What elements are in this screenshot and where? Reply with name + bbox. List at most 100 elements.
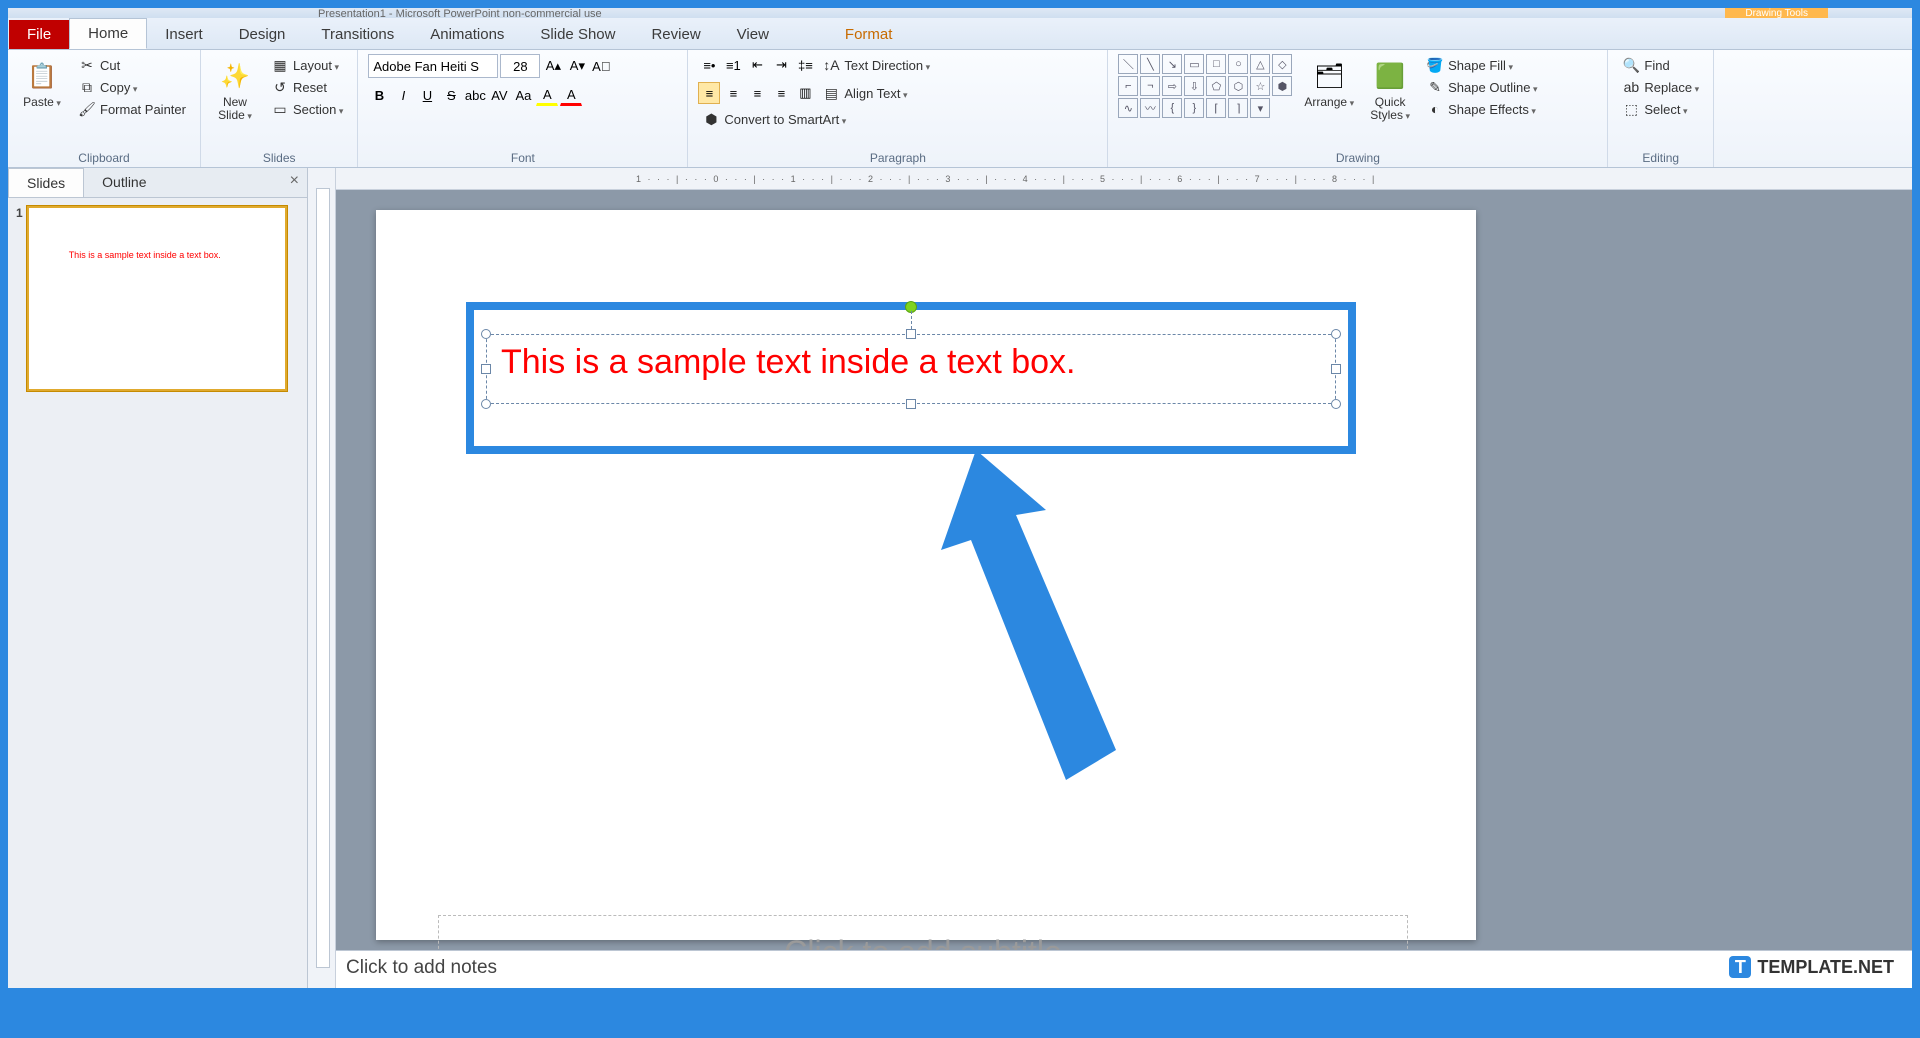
section-button[interactable]: ▭Section [267, 98, 347, 120]
tab-home[interactable]: Home [69, 18, 147, 49]
textbox-content[interactable]: This is a sample text inside a text box. [487, 335, 1335, 390]
tab-slideshow[interactable]: Slide Show [522, 20, 633, 49]
align-center-button[interactable]: ≡ [722, 82, 744, 104]
select-button[interactable]: ⬚Select [1618, 98, 1703, 120]
underline-button[interactable]: U [416, 84, 438, 106]
shadow-button[interactable]: abc [464, 84, 486, 106]
tab-insert[interactable]: Insert [147, 20, 221, 49]
reset-button[interactable]: ↺Reset [267, 76, 347, 98]
align-right-button[interactable]: ≡ [746, 82, 768, 104]
cut-button[interactable]: ✂Cut [74, 54, 190, 76]
tab-format[interactable]: Format [827, 20, 911, 49]
strikethrough-button[interactable]: S [440, 84, 462, 106]
slides-tab[interactable]: Slides [8, 168, 84, 197]
file-tab[interactable]: File [9, 20, 69, 49]
change-case-button[interactable]: Aa [512, 84, 534, 106]
convert-smartart-button[interactable]: ⬢Convert to SmartArt [698, 108, 1097, 130]
shape-elbow-icon[interactable]: ¬ [1140, 76, 1160, 96]
titlebar: Presentation1 - Microsoft PowerPoint non… [8, 8, 1912, 18]
shape-arrow-icon[interactable]: ↘ [1162, 54, 1182, 74]
tab-transitions[interactable]: Transitions [303, 20, 412, 49]
resize-handle-s[interactable] [906, 399, 916, 409]
close-panel-button[interactable]: × [282, 168, 307, 197]
shapes-gallery[interactable]: ＼ ╲ ↘ ▭ □ ○ △ ◇ ⌐ ¬ ⇨ ⇩ ⬠ ⬡ ☆ ⬢ ∿ [1118, 54, 1292, 118]
outline-tab[interactable]: Outline [84, 168, 164, 197]
shrink-font-button[interactable]: A▾ [566, 55, 588, 77]
paste-button[interactable]: 📋 Paste [18, 54, 66, 111]
shape-hexagon-icon[interactable]: ⬡ [1228, 76, 1248, 96]
shape-star-icon[interactable]: ☆ [1250, 76, 1270, 96]
italic-button[interactable]: I [392, 84, 414, 106]
resize-handle-sw[interactable] [481, 399, 491, 409]
font-color-button[interactable]: A [560, 84, 582, 106]
template-logo-icon: T [1729, 956, 1751, 978]
notes-pane[interactable]: Click to add notes [336, 950, 1912, 988]
bold-button[interactable]: B [368, 84, 390, 106]
format-painter-button[interactable]: 🖌Format Painter [74, 98, 190, 120]
resize-handle-ne[interactable] [1331, 329, 1341, 339]
shape-circle-icon[interactable]: ○ [1228, 54, 1248, 74]
align-text-icon: ▤ [822, 84, 840, 102]
align-text-button[interactable]: ▤Align Text [818, 82, 911, 104]
text-direction-button[interactable]: ↕AText Direction [818, 54, 934, 76]
shape-diamond-icon[interactable]: ◇ [1272, 54, 1292, 74]
quick-styles-button[interactable]: 🟩 Quick Styles [1366, 54, 1414, 124]
tab-animations[interactable]: Animations [412, 20, 522, 49]
resize-handle-n[interactable] [906, 329, 916, 339]
resize-handle-se[interactable] [1331, 399, 1341, 409]
shape-arrow-icon[interactable]: ⇩ [1184, 76, 1204, 96]
tab-review[interactable]: Review [633, 20, 718, 49]
slide-canvas[interactable]: This is a sample text inside a text box.… [376, 210, 1476, 940]
grow-font-button[interactable]: A▴ [542, 55, 564, 77]
rotation-line [911, 311, 912, 329]
shape-callout-icon[interactable]: ⬢ [1272, 76, 1292, 96]
layout-button[interactable]: ▦Layout [267, 54, 347, 76]
line-spacing-button[interactable]: ‡≡ [794, 54, 816, 76]
tab-design[interactable]: Design [221, 20, 304, 49]
paste-icon: 📋 [22, 56, 62, 96]
shape-brace-icon[interactable]: { [1162, 98, 1182, 118]
shape-rect-icon[interactable]: ▭ [1184, 54, 1204, 74]
selected-textbox[interactable]: This is a sample text inside a text box. [486, 334, 1336, 404]
resize-handle-e[interactable] [1331, 364, 1341, 374]
shape-square-icon[interactable]: □ [1206, 54, 1226, 74]
dec-indent-button[interactable]: ⇤ [746, 54, 768, 76]
shape-curve-icon[interactable]: ∿ [1118, 98, 1138, 118]
subtitle-placeholder[interactable]: Click to add subtitle [438, 915, 1408, 950]
justify-button[interactable]: ≡ [770, 82, 792, 104]
shape-effects-button[interactable]: ◐Shape Effects [1422, 98, 1541, 120]
find-button[interactable]: 🔍Find [1618, 54, 1703, 76]
align-left-button[interactable]: ≡ [698, 82, 720, 104]
font-size-select[interactable] [500, 54, 540, 78]
shape-fill-button[interactable]: 🪣Shape Fill [1422, 54, 1541, 76]
shape-elbow-icon[interactable]: ⌐ [1118, 76, 1138, 96]
shape-pentagon-icon[interactable]: ⬠ [1206, 76, 1226, 96]
shape-bracket-icon[interactable]: ⌉ [1228, 98, 1248, 118]
shape-more-icon[interactable]: ▾ [1250, 98, 1270, 118]
shape-brace-icon[interactable]: } [1184, 98, 1204, 118]
numbering-button[interactable]: ≡1 [722, 54, 744, 76]
shape-line-icon[interactable]: ╲ [1140, 54, 1160, 74]
char-spacing-button[interactable]: AV [488, 84, 510, 106]
resize-handle-nw[interactable] [481, 329, 491, 339]
shape-outline-button[interactable]: ✎Shape Outline [1422, 76, 1541, 98]
tab-view[interactable]: View [719, 20, 787, 49]
columns-button[interactable]: ▥ [794, 82, 816, 104]
shape-arrow-icon[interactable]: ⇨ [1162, 76, 1182, 96]
shape-triangle-icon[interactable]: △ [1250, 54, 1270, 74]
shape-bracket-icon[interactable]: ⌈ [1206, 98, 1226, 118]
shape-curve-icon[interactable]: 〰 [1140, 98, 1160, 118]
canvas-scroll[interactable]: This is a sample text inside a text box.… [336, 190, 1912, 950]
replace-button[interactable]: abReplace [1618, 76, 1703, 98]
clear-formatting-button[interactable]: A⃠ [590, 55, 612, 77]
copy-button[interactable]: ⧉Copy [74, 76, 190, 98]
font-name-select[interactable] [368, 54, 498, 78]
new-slide-button[interactable]: ✨ New Slide [211, 54, 259, 124]
highlight-color-button[interactable]: A [536, 84, 558, 106]
resize-handle-w[interactable] [481, 364, 491, 374]
shape-line-icon[interactable]: ＼ [1118, 54, 1138, 74]
slide-thumbnail-1[interactable]: This is a sample text inside a text box. [27, 206, 287, 391]
inc-indent-button[interactable]: ⇥ [770, 54, 792, 76]
arrange-button[interactable]: 🗂 Arrange [1300, 54, 1358, 111]
bullets-button[interactable]: ≡• [698, 54, 720, 76]
